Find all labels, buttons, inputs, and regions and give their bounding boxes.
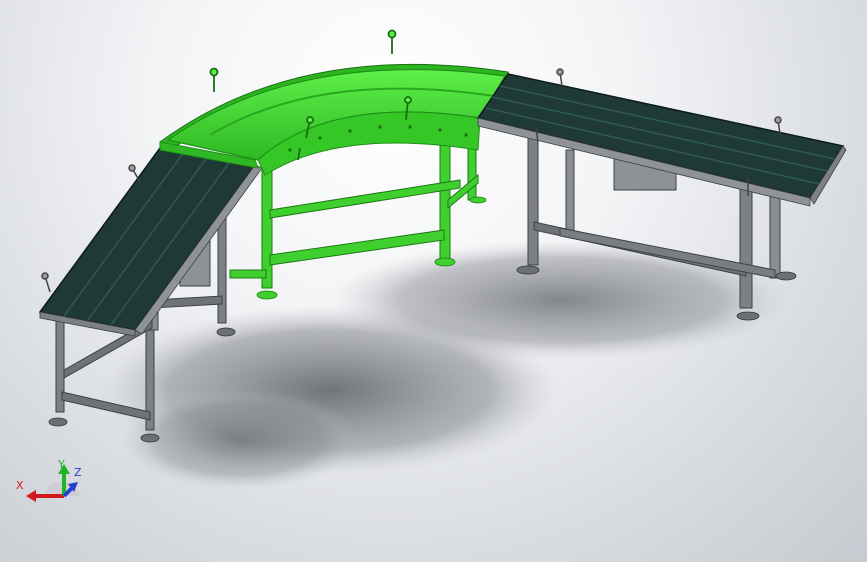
x-axis-label: X — [16, 479, 24, 492]
conveyor-model-view — [38, 29, 847, 490]
x-axis-arrowhead — [26, 490, 36, 502]
y-axis-label: Y — [57, 460, 65, 471]
axis-triad: X Y Z — [16, 460, 82, 502]
cad-viewport[interactable]: X Y Z — [0, 0, 867, 562]
z-axis-label: Z — [74, 466, 82, 479]
